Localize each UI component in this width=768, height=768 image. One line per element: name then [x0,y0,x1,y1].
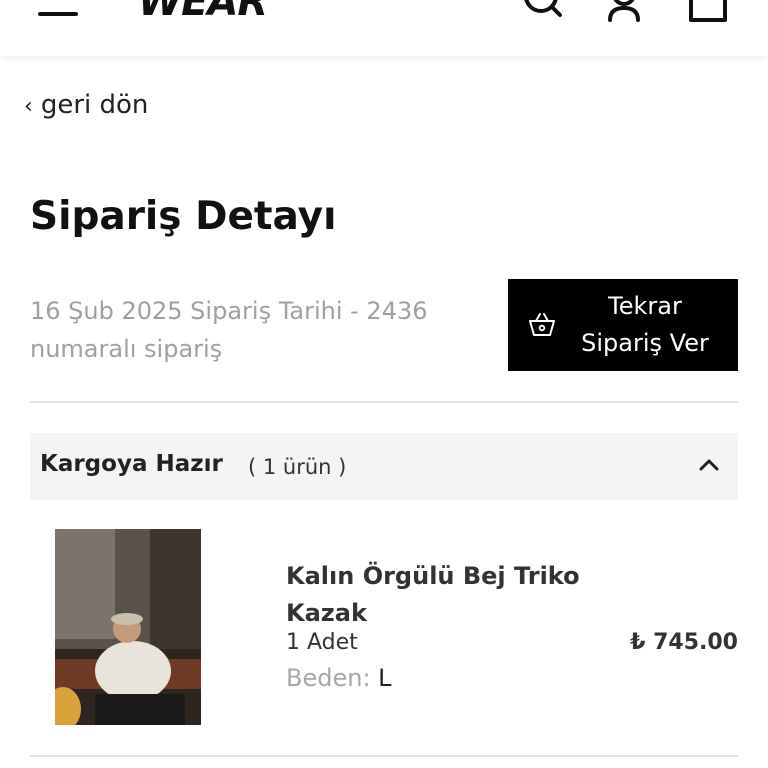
basket-icon [529,313,555,336]
reorder-label-line1: Tekrar [608,292,682,320]
back-link[interactable]: ‹ geri dön [24,90,148,120]
top-header: WEAR [0,0,768,56]
reorder-label-line2: Sipariş Ver [581,329,709,357]
hamburger-menu-icon[interactable] [38,0,78,22]
divider [30,401,738,403]
product-size: Beden: L [286,664,392,692]
order-meta-line2: numaralı sipariş [30,335,223,363]
shipment-status: Kargoya Hazır [40,451,223,477]
size-label: Beden: [286,664,371,692]
reorder-button[interactable]: Tekrar Sipariş Ver [508,279,738,371]
divider [30,755,738,757]
product-name-line2: Kazak [286,599,367,627]
product-name[interactable]: Kalın Örgülü Bej Triko Kazak [286,558,606,632]
cart-icon[interactable] [686,0,730,24]
product-name-line1: Kalın Örgülü Bej Triko [286,562,580,590]
user-icon[interactable] [602,0,646,24]
product-price: ₺ 745.00 [630,630,738,655]
order-meta-line1: 16 Şub 2025 Sipariş Tarihi - 2436 [30,297,428,325]
logo-text: WEAR [138,0,268,25]
chevron-left-icon: ‹ [24,94,33,119]
product-photo [55,529,201,725]
size-value: L [378,664,392,692]
order-meta: 16 Şub 2025 Sipariş Tarihi - 2436 numara… [30,292,480,368]
shipment-accordion-header[interactable]: Kargoya Hazır ( 1 ürün ) [30,433,738,500]
search-icon[interactable] [520,0,564,24]
chevron-up-icon[interactable] [698,457,720,471]
back-label: geri dön [40,90,149,120]
shipment-item-count: ( 1 ürün ) [248,455,347,479]
reorder-label: Tekrar Sipariş Ver [570,288,720,362]
brand-logo[interactable]: WEAR [138,0,268,25]
page-title: Sipariş Detayı [30,194,337,239]
product-quantity: 1 Adet [286,630,358,655]
product-image[interactable] [55,529,201,725]
